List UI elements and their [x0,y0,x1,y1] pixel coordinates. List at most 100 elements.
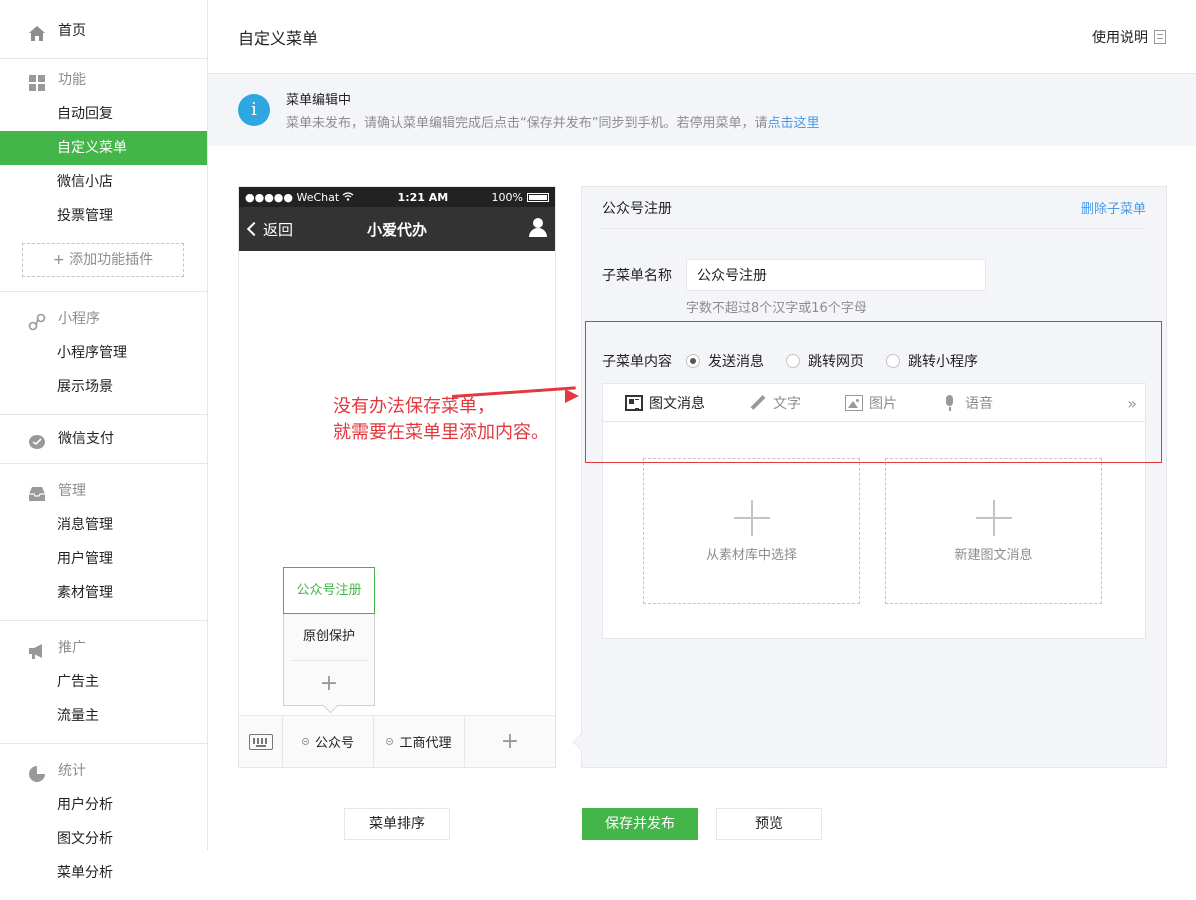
radio-icon [886,354,900,368]
carrier-label: ●●●●● WeChat [245,190,340,204]
sidebar-item-scenes[interactable]: 展示场景 [0,370,207,404]
submenu-item-original-protect[interactable]: 原创保护 [290,614,368,661]
sidebar-item-home[interactable]: 首页 [0,14,207,48]
nav-head-label: 功能 [58,72,86,88]
link-icon [28,310,46,331]
nav-head-promotion: 推广 [0,631,207,665]
nav-head-miniprogram: 小程序 [0,302,207,336]
sidebar-item-menu-analysis[interactable]: 菜单分析 [0,856,207,890]
sidebar: 首页 功能 自动回复 自定义菜单 微信小店 投票管理 + 添加功能插件 小程序 … [0,0,208,881]
nav-head-label: 管理 [58,483,86,499]
tab-label: 图文消息 [649,395,705,412]
select-from-library-card[interactable]: 从素材库中选择 [643,458,860,604]
user-icon[interactable] [529,218,547,238]
keyboard-toggle[interactable] [239,716,283,767]
sidebar-item-user-analysis[interactable]: 用户分析 [0,788,207,822]
nav-section-home: 首页 [0,0,207,59]
sidebar-item-auto-reply[interactable]: 自动回复 [0,97,207,131]
name-row: 子菜单名称 [602,259,986,291]
annotation-text: 没有办法保存菜单， 就需要在菜单里添加内容。 [333,394,549,446]
disable-menu-link[interactable]: 点击这里 [767,116,819,131]
keyboard-icon [248,733,273,750]
radio-icon [786,354,800,368]
nav-head-label: 小程序 [58,311,100,327]
tab-text[interactable]: 文字 [749,393,801,413]
menu-item-business[interactable]: 工商代理 [374,716,465,767]
radio-send-message[interactable]: 发送消息 [686,351,764,371]
nav-section-features: 功能 自动回复 自定义菜单 微信小店 投票管理 + 添加功能插件 [0,59,207,292]
news-icon [625,394,643,411]
editor-header: 公众号注册 删除子菜单 [602,187,1146,229]
submenu-dot-icon [301,738,309,745]
battery-icon [527,192,549,202]
preview-button[interactable]: 预览 [716,808,822,840]
image-icon [845,394,863,411]
nav-section-miniprogram: 小程序 小程序管理 展示场景 [0,292,207,415]
radio-label: 跳转网页 [808,354,864,370]
double-chevron-right-icon[interactable]: » [1127,394,1137,413]
plus-icon [733,499,770,536]
document-icon [1154,29,1166,44]
page-title: 自定义菜单 [238,28,319,48]
radio-open-webpage[interactable]: 跳转网页 [786,351,864,371]
sidebar-item-materials[interactable]: 素材管理 [0,576,207,610]
sidebar-item-advertiser[interactable]: 广告主 [0,665,207,699]
inbox-icon [28,482,46,501]
topbar: 自定义菜单 使用说明 [208,0,1196,74]
battery-label: 100% [491,190,523,204]
sidebar-item-custom-menu[interactable]: 自定义菜单 [0,131,207,165]
nav-section-stats: 统计 用户分析 图文分析 菜单分析 [0,744,207,900]
annotation-line-1: 没有办法保存菜单， [333,396,495,417]
card-label: 从素材库中选择 [705,547,797,563]
help-link[interactable]: 使用说明 [1092,27,1166,47]
sidebar-item-article-analysis[interactable]: 图文分析 [0,822,207,856]
nav-head-features: 功能 [0,63,207,97]
sidebar-item-wechat-store[interactable]: 微信小店 [0,165,207,199]
back-button[interactable]: 返回 [246,219,293,240]
megaphone-icon [28,639,46,659]
tab-label: 语音 [965,395,993,412]
add-menu-button[interactable]: + [465,716,555,767]
tab-image[interactable]: 图片 [845,393,897,413]
phone-menu-bar: 公众号 工商代理 + [239,715,555,767]
pay-icon [28,430,46,449]
sidebar-item-miniprogram-manage[interactable]: 小程序管理 [0,336,207,370]
sidebar-item-messages[interactable]: 消息管理 [0,508,207,542]
add-plugin-button[interactable]: + 添加功能插件 [22,243,184,277]
menu-item-account[interactable]: 公众号 [283,716,374,767]
menu-sort-button[interactable]: 菜单排序 [344,808,450,840]
chevron-left-icon [246,221,262,237]
editor-title: 公众号注册 [602,200,672,217]
help-label: 使用说明 [1092,29,1148,46]
submenu-name-input[interactable] [686,259,986,291]
submenu-item-account-register[interactable]: 公众号注册 [283,567,375,614]
radio-label: 发送消息 [708,354,764,370]
microphone-icon [941,394,959,411]
grid-icon [28,71,46,91]
card-label: 新建图文消息 [954,547,1033,563]
new-article-card[interactable]: 新建图文消息 [885,458,1102,604]
tab-voice[interactable]: 语音 [941,393,993,413]
nav-head-label: 推广 [58,640,86,656]
radio-checked-icon [686,354,700,368]
submenu-editor: 公众号注册 删除子菜单 子菜单名称 字数不超过8个汉字或16个字母 子菜单内容 … [572,186,1167,768]
sidebar-item-label: 微信支付 [58,431,114,447]
sidebar-item-users[interactable]: 用户管理 [0,542,207,576]
save-publish-button[interactable]: 保存并发布 [582,808,698,840]
sidebar-item-publisher[interactable]: 流量主 [0,699,207,733]
content-label: 子菜单内容 [602,354,672,370]
annotation-arrow-head [565,389,579,403]
menu-label: 公众号 [314,736,354,751]
nav-head-stats: 统计 [0,754,207,788]
tab-label: 文字 [773,395,801,412]
message-content-box: 图文消息 文字 图片 语音 » 从素材库中选择 新建图文消息 [602,383,1146,639]
radio-open-miniprogram[interactable]: 跳转小程序 [886,351,978,371]
sidebar-item-wechat-pay[interactable]: 微信支付 [0,422,207,456]
nav-head-label: 统计 [58,763,86,779]
menu-label: 工商代理 [399,736,452,751]
sidebar-item-vote[interactable]: 投票管理 [0,199,207,233]
delete-submenu-link[interactable]: 删除子菜单 [1081,198,1146,217]
add-submenu-button[interactable]: + [284,661,374,705]
tab-news[interactable]: 图文消息 [625,393,705,413]
pie-icon [28,762,46,782]
